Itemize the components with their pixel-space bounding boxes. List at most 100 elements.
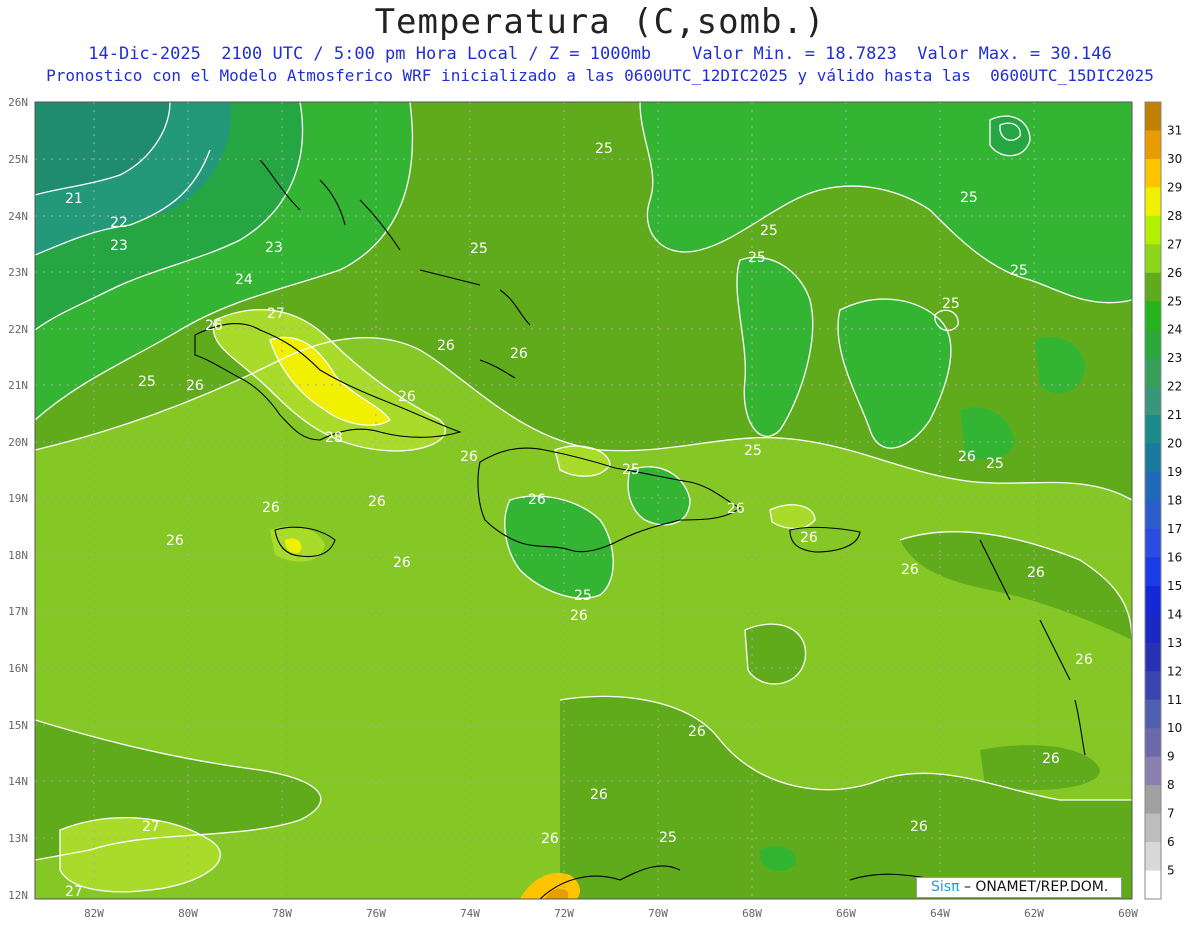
colorbar-label: 20: [1167, 437, 1182, 451]
lat-tick-label: 17N: [8, 605, 28, 618]
lat-tick-label: 19N: [8, 492, 28, 505]
temperature-map: 21 22 23 23 24 26 27 25 26 28 26 26 26 2…: [8, 96, 1182, 920]
colorbar-swatch: [1145, 642, 1161, 672]
lon-tick-label: 68W: [742, 907, 762, 920]
colorbar-label: 21: [1167, 408, 1182, 422]
contour-label-26: 26: [910, 819, 928, 835]
longitude-axis: 82W 80W 78W 76W 74W 72W 70W 68W 66W 64W …: [84, 907, 1138, 920]
lat-tick-label: 18N: [8, 549, 28, 562]
colorbar-label: 7: [1167, 807, 1175, 821]
lon-tick-label: 70W: [648, 907, 668, 920]
colorbar-swatch: [1145, 585, 1161, 615]
contour-label-24: 24: [235, 272, 253, 288]
colorbar-label: 31: [1167, 123, 1182, 137]
contour-label-25: 25: [1010, 263, 1028, 279]
colorbar-label: 13: [1167, 636, 1182, 650]
lat-tick-label: 12N: [8, 889, 28, 902]
lon-tick-label: 80W: [178, 907, 198, 920]
contour-label-25: 25: [659, 830, 677, 846]
lon-tick-label: 62W: [1024, 907, 1044, 920]
lat-tick-label: 15N: [8, 719, 28, 732]
lat-tick-label: 20N: [8, 436, 28, 449]
colorbar-label: 15: [1167, 579, 1182, 593]
contour-label-23: 23: [110, 238, 128, 254]
colorbar-swatch: [1145, 813, 1161, 843]
contour-label-25: 25: [942, 296, 960, 312]
lat-tick-label: 25N: [8, 153, 28, 166]
lat-tick-label: 23N: [8, 266, 28, 279]
contour-label-26: 26: [510, 346, 528, 362]
lat-tick-label: 13N: [8, 832, 28, 845]
lon-tick-label: 82W: [84, 907, 104, 920]
lon-tick-label: 78W: [272, 907, 292, 920]
lon-tick-label: 76W: [366, 907, 386, 920]
colorbar-label: 26: [1167, 266, 1182, 280]
colorbar-swatch: [1145, 329, 1161, 359]
contour-label-26: 26: [437, 338, 455, 354]
contour-label-25: 25: [622, 462, 640, 478]
colorbar-swatch: [1145, 443, 1161, 473]
contour-label-26: 26: [1075, 652, 1093, 668]
contour-label-23: 23: [265, 240, 283, 256]
colorbar-label: 12: [1167, 664, 1182, 678]
credit-box: Sisπ – ONAMET/REP.DOM.: [916, 877, 1122, 898]
colorbar-swatch: [1145, 614, 1161, 644]
lon-tick-label: 60W: [1118, 907, 1138, 920]
contour-label-26: 26: [262, 500, 280, 516]
colorbar-label: 5: [1167, 864, 1175, 878]
contour-label-25: 25: [744, 443, 762, 459]
contour-label-26: 26: [688, 724, 706, 740]
colorbar-swatch: [1145, 472, 1161, 501]
colorbar-swatch: [1145, 500, 1161, 530]
colorbar-swatch: [1145, 557, 1161, 587]
colorbar: 31 30 29 28 27 26 25 24 23 22 21 20 19 18 17 16 15 14 13 12…: [1144, 101, 1182, 900]
lat-tick-label: 14N: [8, 775, 28, 788]
contour-label-25: 25: [986, 456, 1004, 472]
lat-tick-label: 16N: [8, 662, 28, 675]
contour-label-26: 26: [393, 555, 411, 571]
lat-tick-label: 24N: [8, 210, 28, 223]
credit-label: – ONAMET/REP.DOM.: [959, 879, 1109, 895]
colorbar-swatch: [1145, 415, 1161, 445]
contour-label-26: 26: [800, 530, 818, 546]
colorbar-swatch: [1145, 187, 1161, 217]
contour-label-26: 26: [727, 501, 745, 517]
colorbar-swatch: [1145, 102, 1161, 131]
contour-label-22: 22: [110, 215, 128, 231]
lon-tick-label: 74W: [460, 907, 480, 920]
colorbar-swatch: [1145, 130, 1161, 160]
colorbar-label: 23: [1167, 351, 1182, 365]
colorbar-swatch: [1145, 728, 1161, 758]
contour-label-26: 26: [958, 449, 976, 465]
colorbar-label: 30: [1167, 152, 1182, 166]
contour-label-25: 25: [760, 223, 778, 239]
colorbar-label: 27: [1167, 237, 1182, 251]
colorbar-label: 11: [1167, 693, 1182, 707]
lon-tick-label: 72W: [554, 907, 574, 920]
colorbar-swatch: [1145, 244, 1161, 274]
colorbar-swatch: [1145, 272, 1161, 302]
map-field: 21 22 23 23 24 26 27 25 26 28 26 26 26 2…: [35, 102, 1132, 899]
colorbar-swatch: [1145, 671, 1161, 701]
colorbar-label: 14: [1167, 607, 1182, 621]
colorbar-label: 16: [1167, 550, 1182, 564]
contour-label-25: 25: [960, 190, 978, 206]
colorbar-swatch: [1145, 386, 1161, 416]
colorbar-swatch: [1145, 699, 1161, 729]
contour-label-26: 26: [186, 378, 204, 394]
colorbar-label: 29: [1167, 180, 1182, 194]
colorbar-swatch: [1145, 158, 1161, 188]
contour-label-26: 26: [528, 492, 546, 508]
lon-tick-label: 66W: [836, 907, 856, 920]
contour-label-27: 27: [267, 306, 285, 322]
colorbar-label: 28: [1167, 209, 1182, 223]
contour-label-26: 26: [1027, 565, 1045, 581]
contour-label-25: 25: [748, 250, 766, 266]
contour-label-26: 26: [398, 389, 416, 405]
colorbar-label: 22: [1167, 380, 1182, 394]
contour-label-21: 21: [65, 191, 83, 207]
contour-label-27: 27: [142, 819, 160, 835]
colorbar-swatch: [1145, 301, 1161, 331]
colorbar-label: 10: [1167, 721, 1182, 735]
lat-tick-label: 26N: [8, 96, 28, 109]
